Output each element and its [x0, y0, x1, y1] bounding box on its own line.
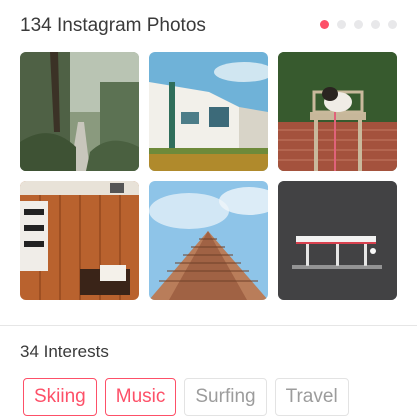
photo-skyscraper[interactable] — [149, 181, 268, 300]
photo-forest-path[interactable] — [20, 52, 139, 171]
interest-chip-travel[interactable]: Travel — [274, 378, 349, 416]
photos-header: 134 Instagram Photos — [20, 14, 397, 38]
page-indicator[interactable] — [320, 20, 397, 29]
photo-grid — [20, 52, 397, 300]
interests-title: 34 Interests — [20, 342, 109, 361]
page-dot-1[interactable] — [320, 20, 329, 29]
photo-gas-station-night[interactable] — [278, 181, 397, 300]
interest-chip-surfing[interactable]: Surfing — [184, 378, 267, 416]
page-dot-5[interactable] — [388, 20, 397, 29]
page-dot-3[interactable] — [354, 20, 363, 29]
page-dot-4[interactable] — [371, 20, 380, 29]
interest-chip-skiing[interactable]: Skiing — [23, 378, 97, 416]
interest-chip-music[interactable]: Music — [104, 378, 177, 416]
interest-chips: Skiing Music Surfing Travel — [23, 378, 349, 416]
photo-wooden-desk[interactable] — [20, 181, 139, 300]
photo-modern-house[interactable] — [149, 52, 268, 171]
section-divider — [0, 325, 417, 326]
page-dot-2[interactable] — [337, 20, 346, 29]
photo-dog-on-chair[interactable] — [278, 52, 397, 171]
